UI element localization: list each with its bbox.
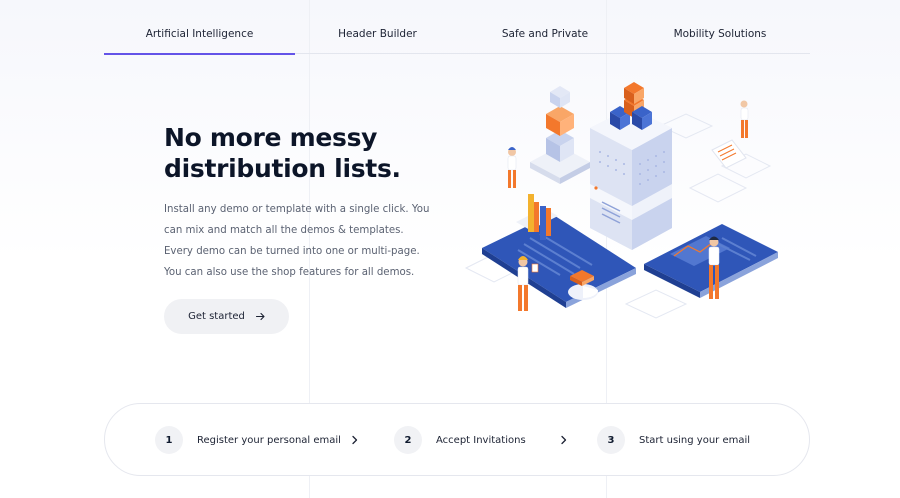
tab-safe-and-private[interactable]: Safe and Private [460, 14, 630, 54]
step-label: Register your personal email [197, 434, 341, 446]
step-accept-invitations[interactable]: 2 Accept Invitations [394, 426, 568, 454]
tab-artificial-intelligence[interactable]: Artificial Intelligence [104, 14, 295, 55]
get-started-button[interactable]: Get started [164, 299, 289, 334]
tab-mobility-solutions[interactable]: Mobility Solutions [630, 14, 810, 54]
step-label: Accept Invitations [436, 434, 526, 446]
step-number: 3 [597, 426, 625, 454]
tab-header-builder[interactable]: Header Builder [295, 14, 460, 54]
step-register[interactable]: 1 Register your personal email [155, 426, 359, 454]
step-start-using[interactable]: 3 Start using your email [597, 426, 750, 454]
chevron-right-icon [351, 435, 359, 445]
tab-bar: Artificial Intelligence Header Builder S… [104, 14, 810, 55]
step-number: 1 [155, 426, 183, 454]
arrow-right-icon [255, 312, 265, 321]
isometric-illustration [460, 78, 790, 340]
step-number: 2 [394, 426, 422, 454]
step-label: Start using your email [639, 434, 751, 446]
get-started-label: Get started [188, 311, 245, 322]
hero-title: No more messy distribution lists. [164, 123, 401, 183]
chevron-right-icon [560, 435, 568, 445]
hero-description: Install any demo or template with a sing… [164, 204, 430, 278]
steps-bar: 1 Register your personal email 2 Accept … [104, 403, 810, 476]
